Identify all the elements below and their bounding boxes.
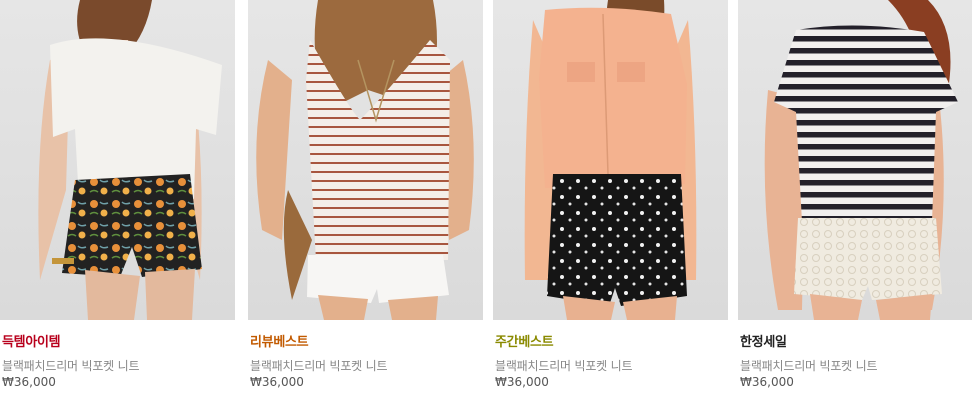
product-name[interactable]: 블랙패치드리머 빅포켓 니트 [2, 357, 140, 374]
product-card[interactable]: 득템아이템 블랙패치드리머 빅포켓 니트 ₩36,000 [0, 0, 235, 404]
product-photo[interactable] [248, 0, 483, 320]
product-photo[interactable] [493, 0, 728, 320]
product-tag: 주간베스트 [495, 335, 554, 350]
product-price: ₩36,000 [250, 375, 304, 389]
product-card[interactable]: 리뷰베스트 블랙패치드리머 빅포켓 니트 ₩36,000 [248, 0, 483, 404]
product-grid: 득템아이템 블랙패치드리머 빅포켓 니트 ₩36,000 리뷰베스트 블랙패치드… [0, 0, 972, 404]
product-card[interactable]: 한정세일 블랙패치드리머 빅포켓 니트 ₩36,000 [738, 0, 972, 404]
product-tag: 리뷰베스트 [250, 335, 309, 350]
model-peach-blouse-black-shorts-image [524, 0, 697, 320]
product-name[interactable]: 블랙패치드리머 빅포켓 니트 [250, 357, 388, 374]
product-photo[interactable] [0, 0, 235, 320]
model-white-knit-floral-shorts-image [38, 0, 222, 320]
product-tag: 득템아이템 [2, 335, 61, 350]
model-striped-tank-white-shorts-image [256, 0, 474, 320]
product-card[interactable]: 주간베스트 블랙패치드리머 빅포켓 니트 ₩36,000 [493, 0, 728, 404]
product-price: ₩36,000 [2, 375, 56, 389]
product-price: ₩36,000 [495, 375, 549, 389]
product-tag: 한정세일 [740, 335, 787, 350]
product-price: ₩36,000 [740, 375, 794, 389]
product-name[interactable]: 블랙패치드리머 빅포켓 니트 [740, 357, 878, 374]
model-striped-tee-lace-shorts-image [764, 0, 958, 320]
product-name[interactable]: 블랙패치드리머 빅포켓 니트 [495, 357, 633, 374]
product-photo[interactable] [738, 0, 972, 320]
